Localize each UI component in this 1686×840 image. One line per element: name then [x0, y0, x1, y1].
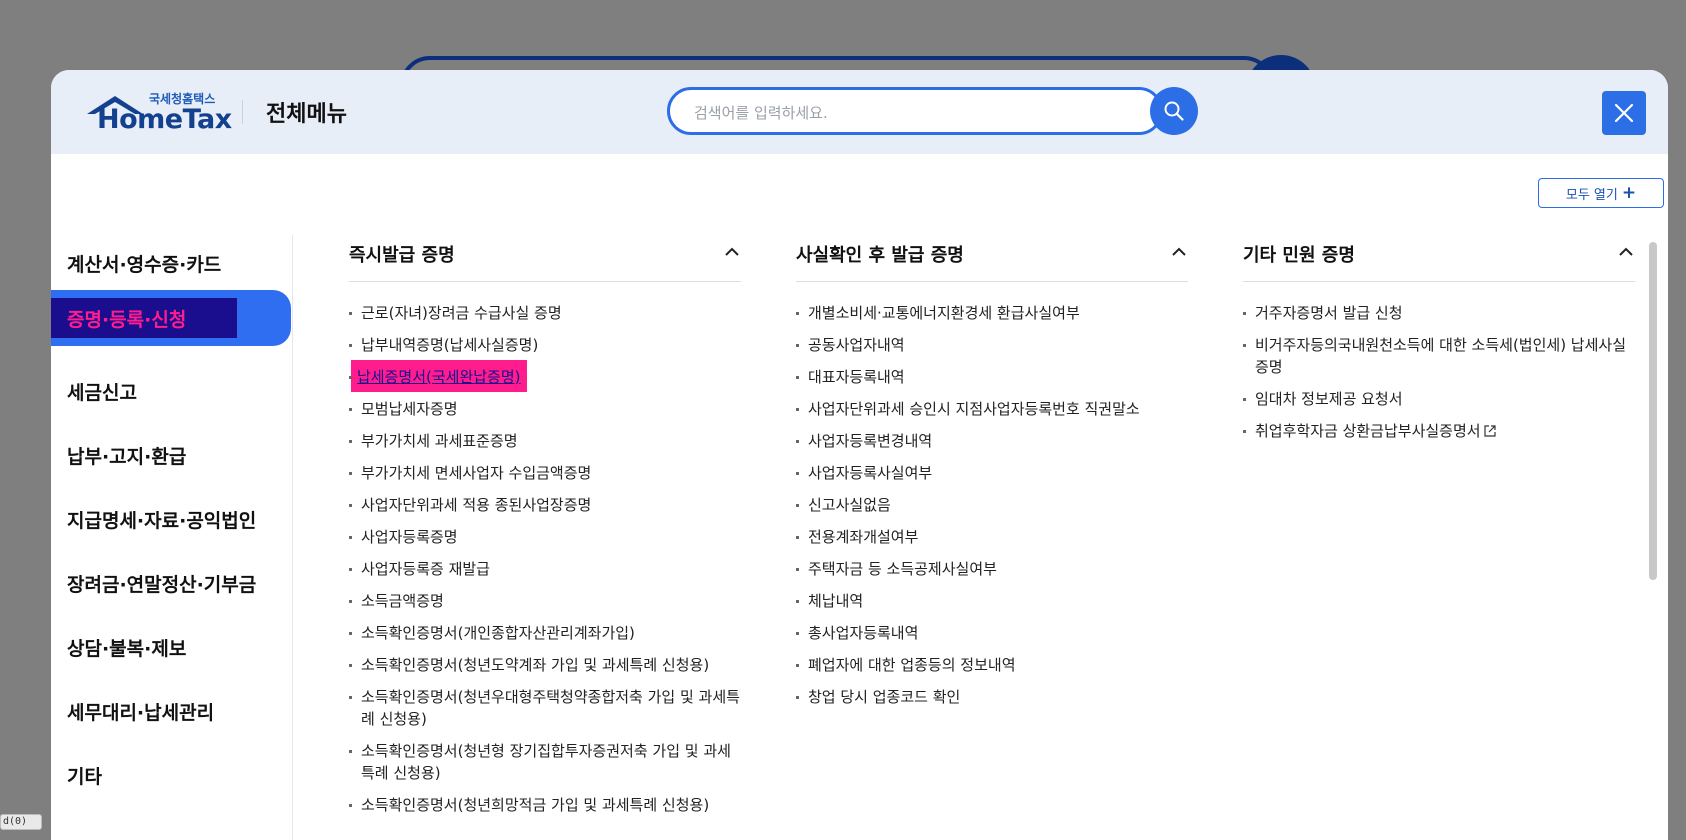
list-item[interactable]: 임대차 정보제공 요청서: [1243, 388, 1635, 410]
list-item[interactable]: 취업후학자금 상환금납부사실증명서: [1243, 420, 1635, 442]
scrollbar[interactable]: [1649, 242, 1657, 840]
list-item[interactable]: 창업 당시 업종코드 확인: [796, 686, 1188, 708]
column-title: 즉시발급 증명: [349, 245, 455, 266]
list-item[interactable]: 근로(자녀)장려금 수급사실 증명: [349, 302, 741, 324]
search-input[interactable]: [692, 100, 1116, 126]
nav-item-consultation[interactable]: 상담·불복·제보: [67, 634, 186, 661]
menu-list: 개별소비세·교통에너지환경세 환급사실여부 공동사업자내역 대표자등록내역 사업…: [796, 302, 1188, 718]
external-link-icon: [1483, 425, 1496, 437]
open-all-button[interactable]: 모두 열기 +: [1538, 178, 1664, 208]
nav-item-incentives[interactable]: 장려금·연말정산·기부금: [67, 570, 256, 597]
chevron-up-icon: [1172, 247, 1186, 256]
page-title: 전체메뉴: [266, 102, 347, 127]
nav-item-invoices[interactable]: 계산서·영수증·카드: [67, 250, 221, 277]
list-item[interactable]: 공동사업자내역: [796, 334, 1188, 356]
list-item[interactable]: 비거주자등의국내원천소득에 대한 소득세(법인세) 납세사실증명: [1243, 334, 1635, 378]
chevron-up-icon: [1619, 247, 1633, 256]
list-item-label[interactable]: 취업후학자금 상환금납부사실증명서: [1255, 422, 1481, 440]
list-item[interactable]: 모범납세자증명: [349, 398, 741, 420]
highlighted-menu-link[interactable]: 납세증명서(국세완납증명): [351, 360, 527, 392]
list-item[interactable]: 폐업자에 대한 업종등의 정보내역: [796, 654, 1188, 676]
list-item[interactable]: 대표자등록내역: [796, 366, 1188, 388]
nav-item-payment[interactable]: 납부·고지·환급: [67, 442, 186, 469]
menu-list: 근로(자녀)장려금 수급사실 증명 납부내역증명(납세사실증명) 납세증명서(국…: [349, 302, 741, 826]
list-item[interactable]: 사업자단위과세 승인시 지점사업자등록번호 직권말소: [796, 398, 1188, 420]
status-bar: d(0): [0, 814, 42, 830]
nav-item-statements[interactable]: 지급명세·자료·공익법인: [67, 506, 256, 533]
nav-item-certificates[interactable]: 증명·등록·신청: [67, 305, 186, 332]
close-icon: [1614, 103, 1634, 123]
column-header[interactable]: 기타 민원 증명: [1243, 237, 1635, 282]
list-item[interactable]: 총사업자등록내역: [796, 622, 1188, 644]
list-item[interactable]: 소득확인증명서(청년우대형주택청약종합저축 가입 및 과세특례 신청용): [349, 686, 741, 730]
full-menu-modal: 국세청홈택스 HomeTax 전체메뉴 모두 열기 + 계산서·영수증·카드 증…: [51, 70, 1668, 840]
list-item[interactable]: 사업자등록변경내역: [796, 430, 1188, 452]
modal-header: 국세청홈택스 HomeTax 전체메뉴: [51, 70, 1668, 154]
list-item[interactable]: 거주자증명서 발급 신청: [1243, 302, 1635, 324]
list-item[interactable]: 납세증명서(국세완납증명): [349, 360, 741, 392]
list-item[interactable]: 부가가치세 과세표준증명: [349, 430, 741, 452]
list-item[interactable]: 부가가치세 면세사업자 수입금액증명: [349, 462, 741, 484]
search-box: [667, 87, 1163, 135]
list-item[interactable]: 신고사실없음: [796, 494, 1188, 516]
list-item[interactable]: 소득금액증명: [349, 590, 741, 612]
open-all-label: 모두 열기: [1565, 187, 1618, 203]
list-item[interactable]: 소득확인증명서(청년도약계좌 가입 및 과세특례 신청용): [349, 654, 741, 676]
close-button[interactable]: [1602, 91, 1646, 135]
list-item[interactable]: 소득확인증명서(개인종합자산관리계좌가입): [349, 622, 741, 644]
nav-item-tax-return[interactable]: 세금신고: [67, 378, 137, 405]
list-item[interactable]: 개별소비세·교통에너지환경세 환급사실여부: [796, 302, 1188, 324]
menu-list: 거주자증명서 발급 신청 비거주자등의국내원천소득에 대한 소득세(법인세) 납…: [1243, 302, 1635, 452]
chevron-up-icon: [725, 247, 739, 256]
nav-item-etc[interactable]: 기타: [67, 762, 102, 789]
scrollbar-thumb[interactable]: [1649, 242, 1657, 580]
list-item[interactable]: 소득확인증명서(청년형 장기집합투자증권저축 가입 및 과세특례 신청용): [349, 740, 741, 784]
plus-icon: +: [1621, 182, 1637, 203]
list-item[interactable]: 납부내역증명(납세사실증명): [349, 334, 741, 356]
column-title: 사실확인 후 발급 증명: [796, 245, 964, 266]
list-item[interactable]: 사업자등록사실여부: [796, 462, 1188, 484]
list-item[interactable]: 체납내역: [796, 590, 1188, 612]
column-title: 기타 민원 증명: [1243, 245, 1355, 266]
logo-wordmark: HomeTax: [97, 104, 232, 135]
list-item[interactable]: 사업자등록증 재발급: [349, 558, 741, 580]
search-icon: [1164, 101, 1184, 121]
header-divider: [242, 100, 243, 124]
search-button[interactable]: [1150, 87, 1198, 135]
list-item[interactable]: 사업자단위과세 적용 종된사업장증명: [349, 494, 741, 516]
nav-item-tax-agent[interactable]: 세무대리·납세관리: [67, 698, 214, 725]
column-header[interactable]: 사실확인 후 발급 증명: [796, 237, 1188, 282]
list-item[interactable]: 주택자금 등 소득공제사실여부: [796, 558, 1188, 580]
nav-divider: [292, 235, 293, 840]
list-item[interactable]: 소득확인증명서(청년희망적금 가입 및 과세특례 신청용): [349, 794, 741, 816]
column-header[interactable]: 즉시발급 증명: [349, 237, 741, 282]
list-item[interactable]: 사업자등록증명: [349, 526, 741, 548]
list-item[interactable]: 전용계좌개설여부: [796, 526, 1188, 548]
hometax-logo[interactable]: 국세청홈택스 HomeTax: [85, 90, 232, 138]
